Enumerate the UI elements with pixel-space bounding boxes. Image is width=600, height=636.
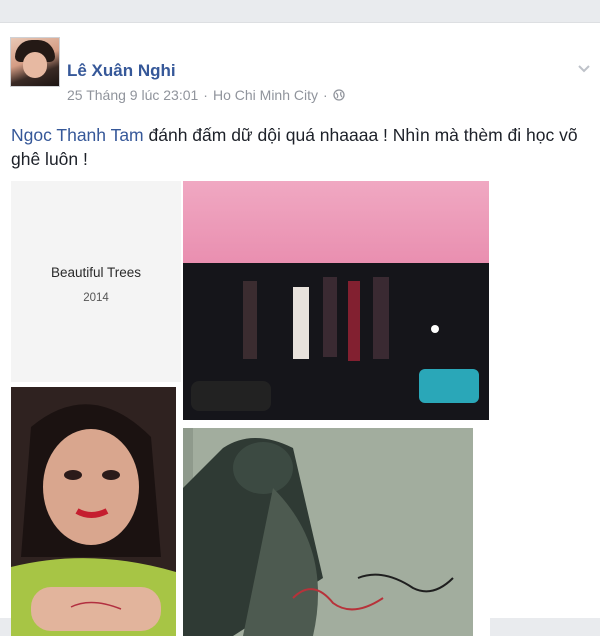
poster-year: 2014 bbox=[83, 292, 109, 304]
photo-autographed-poster[interactable] bbox=[183, 428, 473, 636]
meta-separator-2: · bbox=[323, 87, 328, 103]
photo-cinema-stage[interactable] bbox=[183, 181, 489, 420]
post-message: Ngoc Thanh Tam đánh đấm dữ dội quá nhaaa… bbox=[11, 123, 591, 171]
chevron-down-icon[interactable] bbox=[576, 61, 592, 77]
tagged-friend-link[interactable]: Ngoc Thanh Tam bbox=[11, 125, 144, 145]
selfie-illustration bbox=[11, 387, 176, 636]
post-timestamp[interactable]: 25 Tháng 9 lúc 23:01 bbox=[67, 87, 198, 103]
poster-title: Beautiful Trees bbox=[50, 265, 142, 280]
autograph-poster-illustration bbox=[183, 428, 473, 636]
cinema-stage-illustration bbox=[183, 181, 489, 420]
post-card: Lê Xuân Nghi 25 Tháng 9 lúc 23:01 · Ho C… bbox=[0, 22, 600, 636]
post-meta: 25 Tháng 9 lúc 23:01 · Ho Chi Minh City … bbox=[67, 87, 345, 103]
meta-separator: · bbox=[203, 87, 208, 103]
post-location[interactable]: Ho Chi Minh City bbox=[213, 87, 318, 103]
photo-selfie[interactable] bbox=[11, 387, 176, 636]
photo-poster[interactable]: Beautiful Trees 2014 bbox=[11, 181, 181, 382]
top-background-strip bbox=[0, 0, 600, 22]
author-name[interactable]: Lê Xuân Nghi bbox=[67, 61, 176, 81]
photo-gallery: Beautiful Trees 2014 bbox=[11, 181, 490, 636]
avatar-face bbox=[23, 52, 47, 78]
author-avatar[interactable] bbox=[10, 37, 60, 87]
globe-icon[interactable] bbox=[333, 89, 345, 101]
